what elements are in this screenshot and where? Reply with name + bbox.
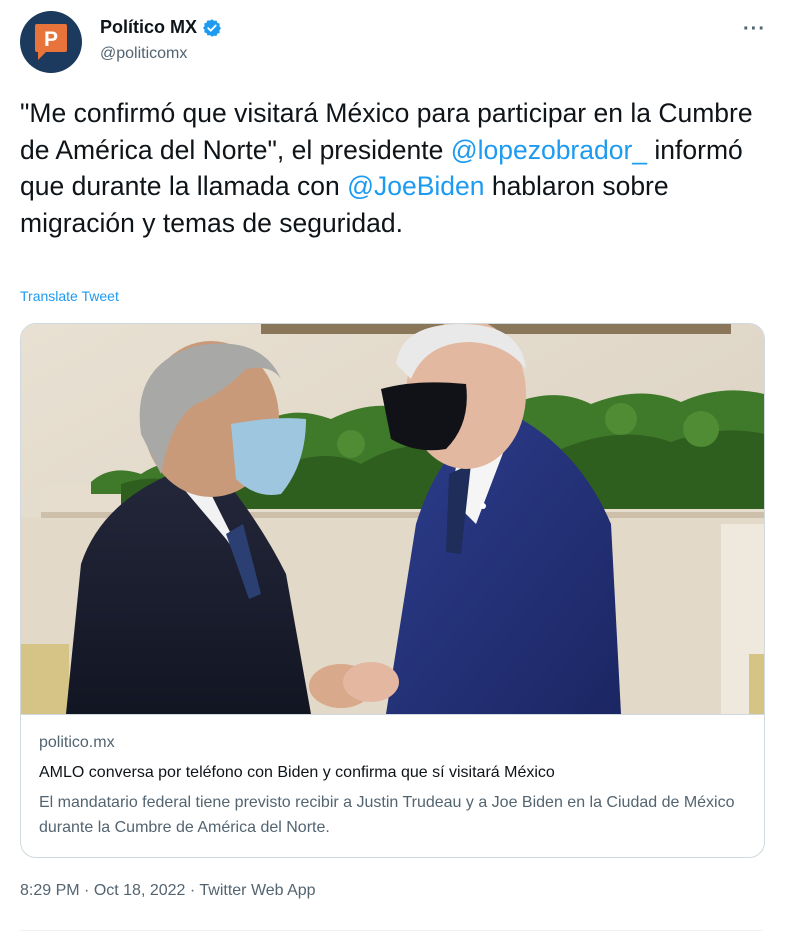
- author-display-name[interactable]: Político MX: [100, 17, 197, 38]
- meta-separator: ·: [79, 882, 94, 899]
- svg-text:P: P: [44, 28, 58, 51]
- author-avatar[interactable]: P: [20, 11, 82, 73]
- tweet-date[interactable]: Oct 18, 2022: [94, 882, 186, 899]
- more-options-icon[interactable]: ···: [743, 18, 766, 41]
- card-divider: [21, 714, 764, 715]
- tweet-text: "Me confirmó que visitará México para pa…: [20, 95, 760, 241]
- author-name-row[interactable]: Político MX: [100, 17, 222, 38]
- tweet-time[interactable]: 8:29 PM: [20, 882, 80, 899]
- verified-badge-icon: [202, 18, 222, 38]
- tweet-metadata: 8:29 PM · Oct 18, 2022 · Twitter Web App: [20, 882, 316, 900]
- divider: [20, 930, 763, 931]
- author-handle[interactable]: @politicomx: [100, 45, 187, 63]
- mention-link-lopezobrador[interactable]: @lopezobrador_: [451, 135, 647, 165]
- mention-link-joebiden[interactable]: @JoeBiden: [347, 171, 484, 201]
- tweet-source[interactable]: Twitter Web App: [199, 882, 315, 899]
- card-title[interactable]: AMLO conversa por teléfono con Biden y c…: [39, 764, 555, 782]
- card-description[interactable]: El mandatario federal tiene previsto rec…: [39, 790, 749, 840]
- card-domain[interactable]: politico.mx: [39, 734, 115, 752]
- politico-p-logo-icon: P: [35, 24, 67, 60]
- translate-tweet-link[interactable]: Translate Tweet: [20, 288, 119, 304]
- meta-separator: ·: [185, 882, 200, 899]
- link-preview-card[interactable]: politico.mx AMLO conversa por teléfono c…: [20, 323, 765, 858]
- card-photo[interactable]: [21, 324, 764, 714]
